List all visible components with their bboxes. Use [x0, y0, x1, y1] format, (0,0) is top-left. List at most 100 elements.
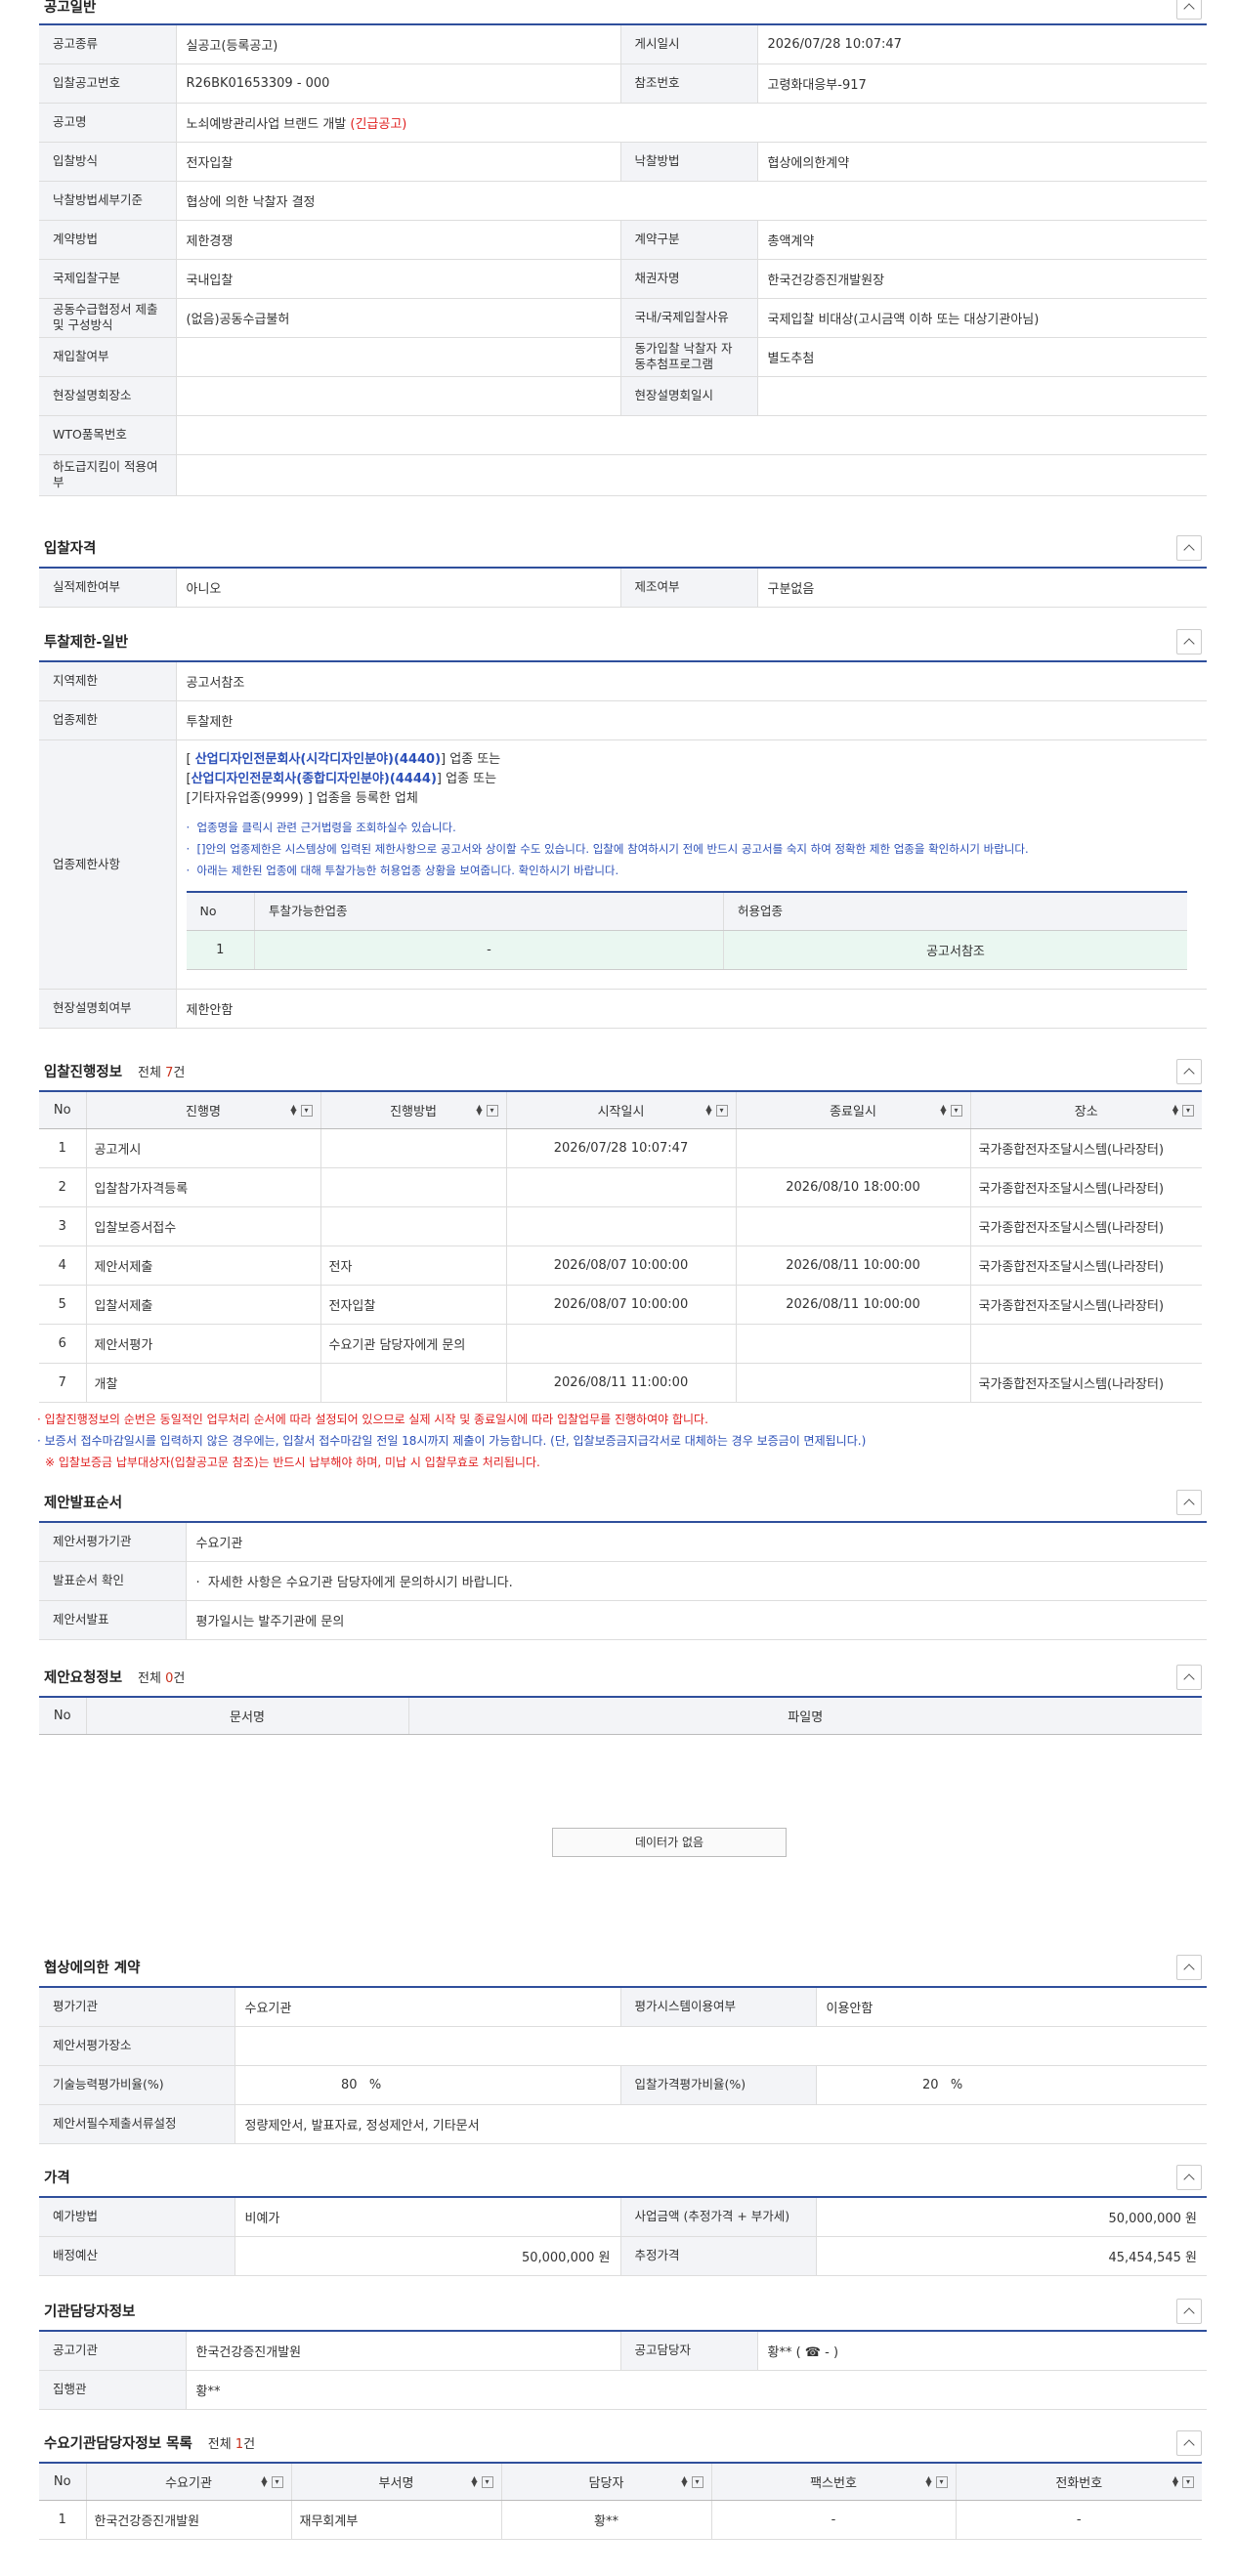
cell: 국가종합전자조달시스템(나라장터): [970, 1246, 1202, 1286]
cell: 국가종합전자조달시스템(나라장터): [970, 1206, 1202, 1246]
collapse-toggle-icon[interactable]: [1176, 1059, 1202, 1084]
cell: 국가종합전자조달시스템(나라장터): [970, 1167, 1202, 1207]
column-header: No: [39, 1091, 87, 1129]
cell: 입찰서제출: [86, 1285, 321, 1325]
cell: [320, 1167, 507, 1207]
cell: [506, 1206, 737, 1246]
column-header[interactable]: 담당자 ▲ ▼ ▾: [501, 2463, 712, 2501]
column-header[interactable]: 수요기관 ▲ ▼ ▾: [86, 2463, 292, 2501]
cell: 공고게시: [86, 1128, 321, 1168]
cell: 1: [186, 930, 255, 970]
column-header[interactable]: 진행방법 ▲ ▼ ▾: [320, 1091, 507, 1129]
urgent-badge: (긴급공고): [350, 116, 407, 132]
collapse-toggle-icon[interactable]: [1176, 1490, 1202, 1515]
label: 계약구분: [620, 220, 758, 260]
text: 업종 또는: [446, 771, 497, 786]
label: 입찰공고번호: [39, 63, 177, 104]
section-title: 입찰자격: [44, 541, 97, 557]
price-ratio: 20: [921, 2077, 939, 2092]
cell: [506, 1167, 737, 1207]
value: 비예가: [234, 2197, 621, 2237]
column-header[interactable]: 부서명 ▲ ▼ ▾: [291, 2463, 502, 2501]
info-note: · 보증서 접수마감일시를 입력하지 않은 경우에는, 입찰서 접수마감일 전일…: [37, 1434, 867, 1448]
restriction-table: 지역제한 공고서참조 업종제한 투찰제한 업종제한사항 [ 산업디자인전문회사(시각…: [39, 660, 1207, 1029]
sort-icon[interactable]: ▲ ▼ ▾: [705, 1104, 728, 1117]
cell: [970, 1324, 1202, 1364]
label: 집행관: [39, 2370, 187, 2410]
info-bullet: · []안의 업종제한은 시스템상에 입력된 제한사항으로 공고서와 상이할 수…: [186, 841, 1029, 856]
title-text: 수요기관담당자정보 목록: [44, 2436, 192, 2452]
value: 50,000,000 원: [816, 2197, 1207, 2237]
sort-icon[interactable]: ▲ ▼ ▾: [681, 2475, 703, 2488]
sort-icon[interactable]: ▲ ▼ ▾: [1172, 1104, 1194, 1117]
cell: 재무회계부: [291, 2500, 502, 2540]
label: 발표순서 확인: [39, 1561, 187, 1601]
section-title: 투찰제한-일반: [44, 635, 129, 651]
section-title: 입찰진행정보 전체 7건: [44, 1061, 185, 1081]
sort-icon[interactable]: ▲ ▼ ▾: [940, 1104, 962, 1117]
industry-link[interactable]: 산업디자인전문회사(종합디자인분야)(4444): [192, 772, 437, 786]
cell: 2026/08/11 10:00:00: [736, 1285, 971, 1325]
value: 국제입찰 비대상(고시금액 이하 또는 대상기관아님): [757, 298, 1207, 338]
cell: 입찰참가자격등록: [86, 1167, 321, 1207]
label: 재입찰여부: [39, 337, 177, 377]
cell: [320, 1206, 507, 1246]
bid-number: R26BK01653309 - 000: [176, 63, 621, 104]
count-suffix: 건: [243, 2437, 256, 2452]
label: WTO품목번호: [39, 415, 177, 455]
request-table: No 문서명 파일명: [39, 1696, 1202, 1735]
label: 현장설명회일시: [620, 376, 758, 416]
cell: 전자입찰: [320, 1285, 507, 1325]
empty-message: 데이터가 없음: [552, 1828, 787, 1857]
cell: 6: [39, 1324, 87, 1364]
collapse-toggle-icon[interactable]: [1176, 1955, 1202, 1980]
cell: 5: [39, 1285, 87, 1325]
table-row: 5 입찰서제출 전자입찰 2026/08/07 10:00:00 2026/08/11 …: [39, 1285, 1202, 1325]
cell: 개찰: [86, 1363, 321, 1403]
cell: 공고서참조: [723, 930, 1187, 970]
collapse-toggle-icon[interactable]: [1176, 535, 1202, 561]
label: 공고담당자: [620, 2331, 758, 2371]
column-header: 허용업종: [723, 891, 1187, 931]
value: 황** ( ☎ - ): [757, 2331, 1207, 2371]
sort-icon[interactable]: ▲ ▼ ▾: [290, 1104, 313, 1117]
agency-table: 공고기관 한국건강증진개발원 공고담당자 황** ( ☎ - ) 집행관 황**: [39, 2330, 1207, 2410]
cell: 2026/08/07 10:00:00: [506, 1246, 737, 1286]
column-header[interactable]: 전화번호 ▲ ▼ ▾: [956, 2463, 1202, 2501]
column-header[interactable]: 진행명 ▲ ▼ ▾: [86, 1091, 321, 1129]
column-header[interactable]: 장소 ▲ ▼ ▾: [970, 1091, 1202, 1129]
label: 입찰가격평가비율(%): [620, 2065, 817, 2105]
label: 하도급지킴이 적용여부: [39, 454, 177, 496]
value: [176, 376, 621, 416]
sort-icon[interactable]: ▲ ▼ ▾: [476, 1104, 498, 1117]
count-suffix: 건: [173, 1671, 186, 1686]
value: · 자세한 사항은 수요기관 담당자에게 문의하시기 바랍니다.: [186, 1561, 1207, 1601]
column-header[interactable]: 종료일시 ▲ ▼ ▾: [736, 1091, 971, 1129]
collapse-toggle-icon[interactable]: [1176, 2299, 1202, 2324]
collapse-toggle-icon[interactable]: [1176, 2165, 1202, 2190]
column-header[interactable]: 시작일시 ▲ ▼ ▾: [506, 1091, 737, 1129]
sort-icon[interactable]: ▲ ▼ ▾: [261, 2475, 283, 2488]
value: 평가일시는 발주기관에 문의: [186, 1600, 1207, 1640]
label: 현장설명회장소: [39, 376, 177, 416]
count-suffix: 건: [173, 1066, 186, 1080]
qualification-table: 실적제한여부 아니오 제조여부 구분없음: [39, 567, 1207, 608]
sort-icon[interactable]: ▲ ▼ ▾: [925, 2475, 948, 2488]
label: 계약방법: [39, 220, 177, 260]
industry-link[interactable]: 산업디자인전문회사(시각디자인분야)(4440): [195, 752, 441, 767]
sort-icon[interactable]: ▲ ▼ ▾: [471, 2475, 493, 2488]
label: 게시일시: [620, 24, 758, 64]
column-header: 파일명: [408, 1697, 1202, 1735]
value: 80 %: [234, 2065, 621, 2105]
collapse-toggle-icon[interactable]: [1176, 0, 1202, 20]
section-title: 협상에의한 계약: [44, 1961, 141, 1976]
sort-icon[interactable]: ▲ ▼ ▾: [1172, 2475, 1194, 2488]
label: 업종제한: [39, 700, 177, 740]
collapse-toggle-icon[interactable]: [1176, 2430, 1202, 2456]
value: 국내입찰: [176, 259, 621, 299]
column-header[interactable]: 팩스번호 ▲ ▼ ▾: [711, 2463, 957, 2501]
table-row: 4 제안서제출 전자 2026/08/07 10:00:00 2026/08/11 10…: [39, 1246, 1202, 1286]
collapse-toggle-icon[interactable]: [1176, 629, 1202, 655]
collapse-toggle-icon[interactable]: [1176, 1665, 1202, 1690]
cell: 한국건강증진개발원: [86, 2500, 292, 2540]
